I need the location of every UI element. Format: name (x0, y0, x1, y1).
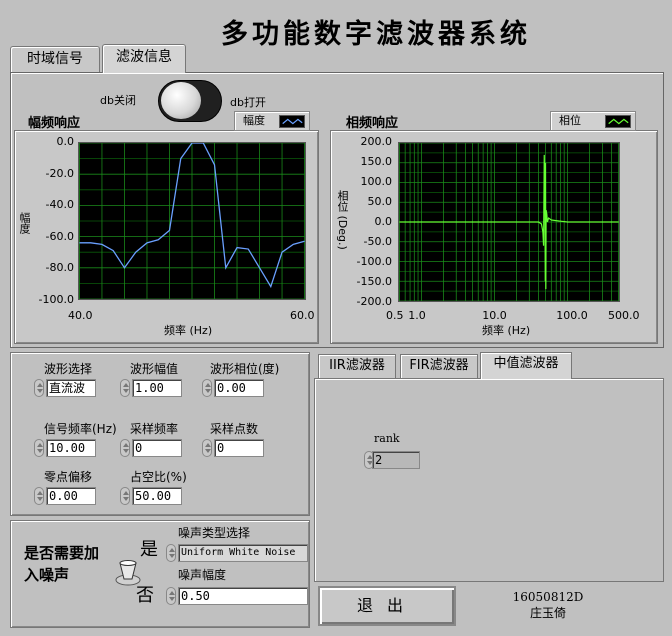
phase-x-tick: 500.0 (608, 309, 640, 322)
magnitude-y-tick: 0.0 (56, 135, 75, 148)
offset-field[interactable]: 0.00 (46, 487, 96, 505)
author-id: 16050812D (512, 590, 584, 604)
magnitude-x-tick-min: 40.0 (68, 309, 93, 322)
amplitude-field[interactable]: 1.00 (132, 379, 182, 397)
noise-type-label: 噪声类型选择 (178, 526, 251, 540)
phase-plot-area[interactable] (398, 142, 620, 302)
phase-label: 波形相位(度) (210, 362, 280, 376)
phase-y-tick: 100.0 (360, 175, 393, 188)
phase-x-tick: 1.0 (408, 309, 426, 322)
magnitude-plot-area[interactable] (78, 142, 306, 300)
db-on-label: db打开 (230, 96, 266, 109)
author-name: 庄玉倚 (529, 606, 566, 620)
phase-y-tick: 0.0 (374, 215, 393, 228)
sample-points-label: 采样点数 (210, 422, 259, 436)
signal-frequency-spinner[interactable] (34, 439, 44, 457)
phase-legend-label: 相位 (559, 114, 581, 127)
signal-frequency-field[interactable]: 10.00 (46, 439, 96, 457)
tab-filter-info[interactable]: 滤波信息 (102, 44, 186, 73)
waveform-select-label: 波形选择 (44, 362, 93, 376)
phase-x-axis-label: 频率 (Hz) (482, 324, 531, 337)
tab-fir-filter[interactable]: FIR滤波器 (400, 354, 478, 378)
rank-field[interactable]: 2 (372, 451, 420, 469)
sample-frequency-label: 采样频率 (130, 422, 179, 436)
phase-graph-title: 相频响应 (346, 116, 399, 131)
noise-amplitude-label: 噪声幅度 (178, 568, 227, 582)
sample-frequency-spinner[interactable] (120, 439, 130, 457)
magnitude-y-tick: -100.0 (38, 293, 74, 306)
rank-label: rank (374, 432, 400, 445)
tab-time-domain[interactable]: 时域信号 (10, 46, 100, 72)
tab-median-filter[interactable]: 中值滤波器 (480, 352, 572, 379)
waveform-select-field[interactable]: 直流波 (46, 379, 96, 397)
magnitude-y-tick: -20.0 (45, 166, 74, 180)
phase-x-tick: 0.5 (386, 309, 404, 322)
noise-type-select[interactable]: Uniform White Noise (178, 544, 308, 562)
phase-series-line (399, 154, 619, 290)
magnitude-legend-label: 幅度 (243, 114, 265, 127)
add-noise-question: 是否需要加入噪声 (24, 544, 100, 584)
duty-cycle-spinner[interactable] (120, 487, 130, 505)
noise-amplitude-field[interactable]: 0.50 (178, 587, 308, 605)
tab-iir-filter[interactable]: IIR滤波器 (318, 354, 396, 378)
phase-legend[interactable]: 相位 (550, 111, 636, 131)
amplitude-label: 波形幅值 (130, 362, 179, 376)
signal-frequency-label: 信号频率(Hz) (44, 422, 117, 436)
phase-y-tick: -50.0 (363, 235, 392, 248)
magnitude-x-axis-label: 频率 (Hz) (164, 324, 213, 337)
noise-amplitude-spinner[interactable] (166, 587, 176, 605)
duty-cycle-field[interactable]: 50.00 (132, 487, 182, 505)
phase-x-tick: 10.0 (482, 309, 507, 322)
magnitude-y-tick: -80.0 (45, 261, 74, 275)
waveform-select-spinner[interactable] (34, 379, 44, 397)
offset-spinner[interactable] (34, 487, 44, 505)
phase-y-tick: -100.0 (356, 255, 392, 268)
phase-spinner[interactable] (202, 379, 212, 397)
db-toggle-knob[interactable] (161, 82, 201, 119)
sample-points-spinner[interactable] (202, 439, 212, 457)
phase-y-tick: 50.0 (367, 195, 393, 208)
magnitude-graph-title: 幅频响应 (28, 116, 81, 131)
db-off-label: db关闭 (100, 94, 136, 107)
noise-type-spinner[interactable] (166, 544, 176, 562)
magnitude-y-tick: -40.0 (45, 198, 74, 212)
app-window: 多功能数字滤波器系统 时域信号 滤波信息 db关闭 db打开 幅频响应 幅度 幅… (0, 0, 672, 636)
magnitude-x-tick-max: 60.0 (290, 309, 315, 322)
phase-y-tick: -200.0 (356, 295, 392, 308)
phase-field[interactable]: 0.00 (214, 379, 264, 397)
magnitude-legend-swatch-icon (279, 115, 305, 128)
magnitude-legend[interactable]: 幅度 (234, 111, 310, 131)
amplitude-spinner[interactable] (120, 379, 130, 397)
app-title: 多功能数字滤波器系统 (221, 19, 531, 50)
duty-cycle-label: 占空比(%) (130, 470, 187, 484)
median-filter-panel (314, 378, 664, 582)
offset-label: 零点偏移 (44, 470, 93, 484)
phase-y-tick: -150.0 (356, 275, 392, 288)
exit-button[interactable]: 退出 (318, 586, 456, 626)
sample-frequency-field[interactable]: 0 (132, 439, 182, 457)
noise-toggle-switch[interactable] (114, 558, 144, 586)
magnitude-y-tick: -60.0 (45, 229, 74, 243)
sample-points-field[interactable]: 0 (214, 439, 264, 457)
phase-y-tick: 150.0 (360, 155, 393, 168)
phase-y-tick: 200.0 (360, 135, 393, 148)
phase-x-tick: 100.0 (556, 309, 588, 322)
phase-legend-swatch-icon (605, 115, 631, 128)
